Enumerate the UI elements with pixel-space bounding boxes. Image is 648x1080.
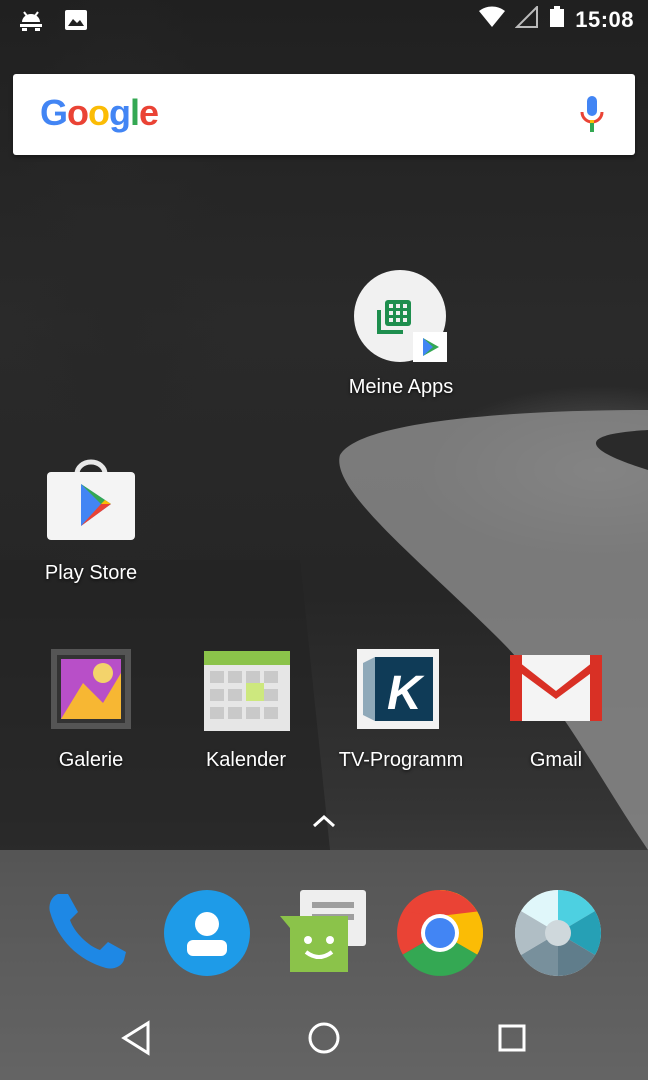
tv-programm-icon: K (353, 643, 449, 739)
status-bar: 15:08 (0, 0, 648, 44)
play-store-label: Play Store (44, 562, 138, 584)
app-drawer-chevron-icon[interactable] (311, 812, 337, 835)
meine-apps-label: Meine Apps (348, 376, 454, 398)
android-debug-icon (18, 8, 44, 37)
app-kalender[interactable]: Kalender (171, 643, 321, 772)
home-button[interactable] (306, 1020, 342, 1061)
google-search-bar[interactable]: Google (13, 74, 635, 155)
contacts-icon[interactable] (162, 888, 252, 978)
app-meine-apps[interactable]: Meine Apps (326, 270, 476, 399)
app-gmail[interactable]: Gmail (481, 643, 631, 772)
mic-icon[interactable] (579, 96, 605, 139)
recents-button[interactable] (496, 1020, 528, 1061)
google-logo: Google (40, 92, 159, 133)
back-button[interactable] (120, 1020, 152, 1061)
meine-apps-icon (353, 270, 449, 366)
play-store-icon (43, 456, 139, 552)
clock: 15:08 (575, 6, 634, 32)
camera-icon[interactable] (513, 888, 603, 978)
messaging-icon[interactable] (278, 888, 368, 978)
chrome-icon[interactable] (395, 888, 485, 978)
battery-icon (549, 6, 565, 33)
wifi-icon (479, 6, 506, 33)
app-galerie[interactable]: Galerie (16, 643, 166, 772)
galerie-label: Galerie (58, 749, 124, 771)
gallery-icon (43, 643, 139, 739)
kalender-label: Kalender (205, 749, 287, 771)
svg-text:K: K (387, 667, 425, 720)
cell-signal-icon (514, 4, 539, 33)
navigation-bar (0, 1000, 648, 1080)
gmail-label: Gmail (529, 749, 583, 771)
app-tv-programm[interactable]: K TV-Programm (326, 643, 476, 772)
app-play-store[interactable]: Play Store (16, 456, 166, 585)
tv-programm-label: TV-Programm (338, 749, 464, 771)
phone-icon[interactable] (44, 888, 134, 978)
image-notification-icon (64, 8, 88, 37)
gmail-icon (508, 643, 604, 739)
calendar-icon (198, 643, 294, 739)
